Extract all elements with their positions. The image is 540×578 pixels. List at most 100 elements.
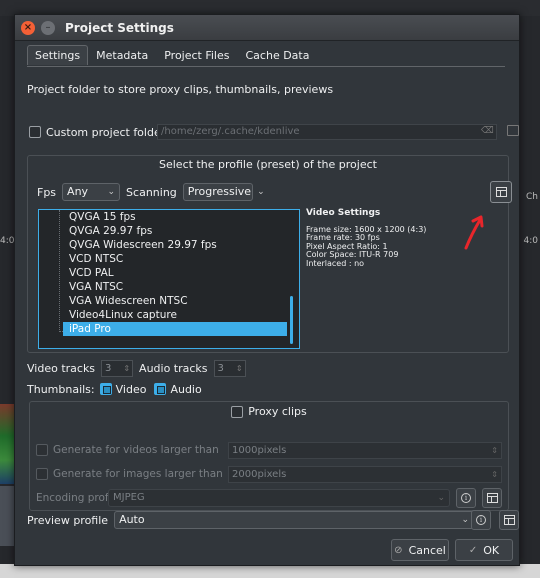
table-icon (503, 515, 515, 525)
audio-tracks-label: Audio tracks (139, 361, 208, 375)
annotation-arrow-icon (464, 215, 484, 250)
proxy-images-row: Generate for images larger than (36, 468, 223, 480)
tab-project-files[interactable]: Project Files (156, 45, 237, 65)
cancel-icon: ⊘ (394, 544, 403, 556)
proxy-clips-checkbox[interactable] (231, 405, 244, 418)
interlaced-line: Interlaced : no (306, 258, 365, 268)
project-folder-description: Project folder to store proxy clips, thu… (27, 83, 334, 96)
profile-filter-row: Fps Any ⌄ Scanning Progressive ⌄ (37, 183, 265, 201)
check-icon: ✓ (468, 544, 478, 556)
background-app-right: Ch 4:0 (520, 16, 540, 578)
list-item[interactable]: VCD PAL (69, 266, 287, 280)
encoding-profile-value: MJPEG (113, 492, 145, 503)
proxy-clips-label: Proxy clips (248, 405, 307, 418)
video-tracks-label: Video tracks (27, 361, 96, 375)
table-icon (495, 187, 507, 197)
chevron-down-icon: ⌄ (461, 515, 470, 525)
thumbnails-audio-checkbox[interactable] (154, 383, 167, 395)
channel-label: Ch (526, 192, 538, 202)
audio-tracks-spinbox[interactable]: 3 (213, 359, 246, 377)
scanning-label: Scanning (126, 185, 177, 199)
list-item[interactable]: QVGA 15 fps (69, 210, 287, 224)
list-item[interactable]: QVGA Widescreen 29.97 fps (69, 238, 287, 252)
timeline-ruler-label: 4:0 (523, 236, 538, 246)
proxy-videos-checkbox[interactable] (36, 444, 48, 456)
preview-info-button[interactable]: i (471, 510, 491, 530)
preview-profile-label: Preview profile (27, 513, 109, 527)
custom-folder-checkbox[interactable] (29, 126, 41, 138)
project-settings-dialog: × – Project Settings Settings Metadata P… (14, 14, 520, 566)
thumbnails-label: Thumbnails: (27, 382, 95, 396)
info-icon: i (461, 493, 471, 503)
tab-pane-border (27, 66, 505, 67)
list-item[interactable]: VCD NTSC (69, 252, 287, 266)
custom-folder-label: Custom project folder (46, 125, 166, 139)
profile-list[interactable]: QVGA 15 fps QVGA 29.97 fps QVGA Widescre… (38, 209, 300, 349)
tab-cache-data[interactable]: Cache Data (238, 45, 318, 65)
fps-label: Fps (37, 185, 57, 199)
background-app-left: 4:00 (0, 16, 20, 578)
profile-group: Select the profile (preset) of the proje… (27, 155, 512, 353)
preview-manage-button[interactable] (499, 510, 519, 530)
tab-bar: Settings Metadata Project Files Cache Da… (27, 45, 317, 67)
encoding-manage-button[interactable] (482, 488, 502, 508)
preview-profile-select[interactable]: Auto ⌄ (114, 511, 475, 529)
chevron-down-icon: ⌄ (437, 493, 445, 503)
title-bar: × – Project Settings (15, 15, 519, 41)
fps-value: Any (67, 185, 89, 198)
clip-thumbnail (0, 404, 14, 484)
chevron-down-icon: ⌄ (257, 187, 265, 197)
encoding-info-button[interactable]: i (456, 488, 476, 508)
video-settings-panel: Video Settings Frame size: 1600 x 1200 (… (306, 209, 426, 268)
ok-label: OK (483, 543, 500, 557)
cancel-button[interactable]: ⊘ Cancel (391, 539, 449, 561)
tree-guide (59, 210, 60, 332)
selected-list-item[interactable]: iPad Pro (63, 322, 287, 336)
list-item[interactable]: VGA Widescreen NTSC (69, 294, 287, 308)
thumbnails-row: Thumbnails: Video Audio (27, 382, 202, 396)
list-item[interactable]: QVGA 29.97 fps (69, 224, 287, 238)
manage-profiles-button[interactable] (490, 181, 512, 203)
proxy-images-size-spinbox[interactable]: 2000pixels (228, 466, 502, 483)
clear-icon[interactable]: ⌫ (481, 126, 494, 136)
cancel-label: Cancel (408, 543, 446, 557)
project-folder-path-input[interactable]: /home/zerg/.cache/kdenlive (157, 124, 497, 140)
thumbnails-audio-label: Audio (170, 382, 202, 396)
tracks-row: Video tracks 3 Audio tracks 3 (27, 359, 246, 377)
window-title: Project Settings (65, 20, 174, 35)
minimize-icon[interactable]: – (41, 20, 55, 35)
list-item[interactable]: VGA NTSC (69, 280, 287, 294)
preview-profile-value: Auto (119, 513, 145, 526)
profile-group-title: Select the profile (preset) of the proje… (159, 158, 377, 171)
proxy-title-row: Proxy clips (30, 405, 508, 418)
tab-metadata[interactable]: Metadata (88, 45, 156, 65)
encoding-profile-select[interactable]: MJPEG ⌄ (108, 489, 450, 507)
scanning-value: Progressive (187, 185, 252, 198)
preview-profile-row: Preview profile Auto ⌄ i (27, 510, 519, 530)
fps-select[interactable]: Any ⌄ (62, 183, 121, 201)
ok-button[interactable]: ✓ OK (455, 539, 513, 561)
proxy-images-checkbox[interactable] (36, 468, 48, 480)
proxy-videos-row: Generate for videos larger than (36, 444, 219, 456)
chevron-down-icon: ⌄ (107, 187, 116, 197)
proxy-videos-size-spinbox[interactable]: 1000pixels (228, 442, 502, 459)
custom-folder-row: Custom project folder /home/zerg/.cache/… (29, 124, 519, 140)
scanning-select[interactable]: Progressive ⌄ (182, 183, 265, 201)
thumbnails-video-label: Video (115, 382, 147, 396)
video-tracks-spinbox[interactable]: 3 (101, 359, 134, 377)
list-item[interactable]: Video4Linux capture (69, 308, 287, 322)
thumbnails-video-checkbox[interactable] (99, 383, 112, 395)
proxy-group: Proxy clips Generate for videos larger t… (29, 401, 509, 511)
background-app-bottom (0, 564, 540, 578)
info-icon: i (476, 515, 486, 525)
proxy-images-label: Generate for images larger than (53, 468, 223, 480)
clip-thumbnail (0, 486, 14, 546)
proxy-videos-label: Generate for videos larger than (53, 444, 219, 456)
close-icon[interactable]: × (21, 20, 35, 35)
dialog-button-row: ⊘ Cancel ✓ OK (391, 539, 513, 561)
tab-settings[interactable]: Settings (27, 45, 89, 65)
table-icon (486, 493, 498, 503)
video-settings-heading: Video Settings (306, 208, 381, 218)
folder-icon[interactable] (507, 125, 519, 136)
list-scrollbar[interactable] (290, 296, 293, 344)
